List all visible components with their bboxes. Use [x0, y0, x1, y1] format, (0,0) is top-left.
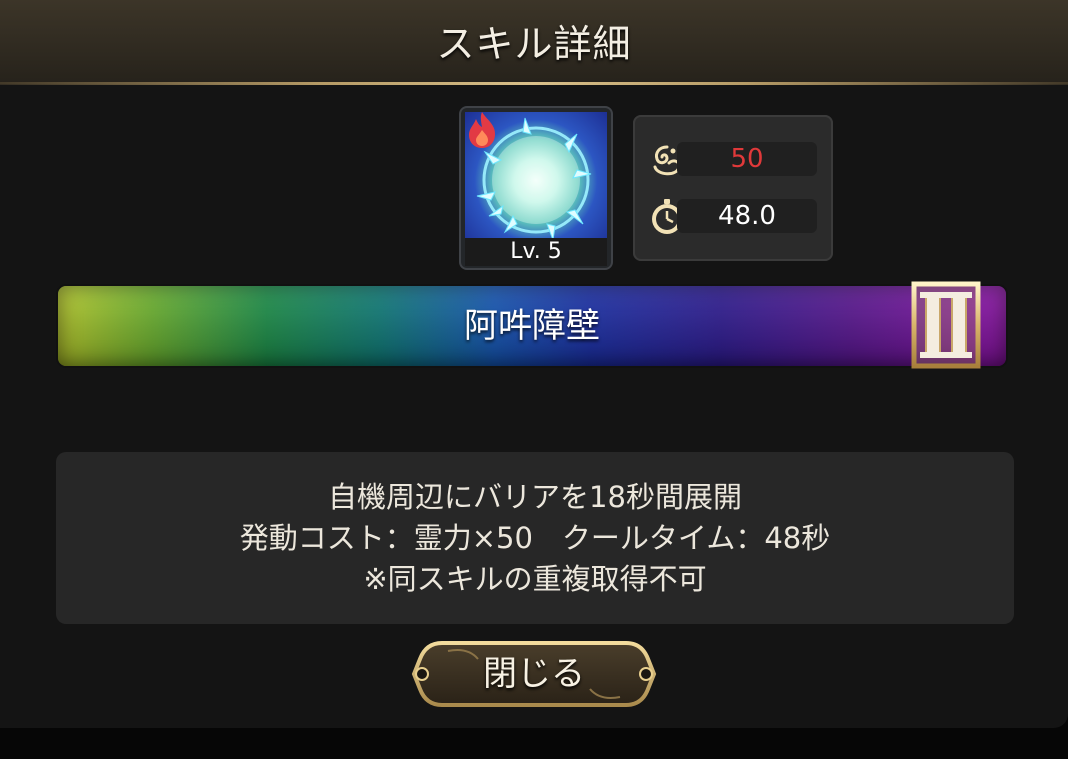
close-button[interactable]: 閉じる	[408, 637, 660, 711]
skill-stats-panel: 50 48.0	[633, 115, 833, 261]
description-line: ※同スキルの重複取得不可	[363, 562, 707, 596]
dialog-title: スキル詳細	[436, 22, 632, 66]
description-line: 自機周辺にバリアを18秒間展開	[328, 480, 742, 514]
skill-level: Lv. 5	[465, 238, 607, 266]
skill-name: 阿吽障壁	[464, 306, 600, 346]
fire-element-icon	[465, 110, 499, 150]
cooldown-value: 48.0	[677, 199, 817, 233]
skill-grade-badge	[906, 276, 986, 374]
skill-description-panel: 自機周辺にバリアを18秒間展開 発動コスト：霊力×50 クールタイム：48秒 ※…	[56, 452, 1014, 624]
skill-detail-dialog: スキル詳細 Lv. 5 50 48.0 阿吽障壁 自機周辺にバリアを18秒間展開…	[0, 0, 1068, 728]
description-line: 発動コスト：霊力×50 クールタイム：48秒	[239, 521, 831, 555]
close-button-label: 閉じる	[483, 654, 585, 694]
cost-value: 50	[677, 142, 817, 176]
skill-icon: Lv. 5	[461, 108, 611, 268]
